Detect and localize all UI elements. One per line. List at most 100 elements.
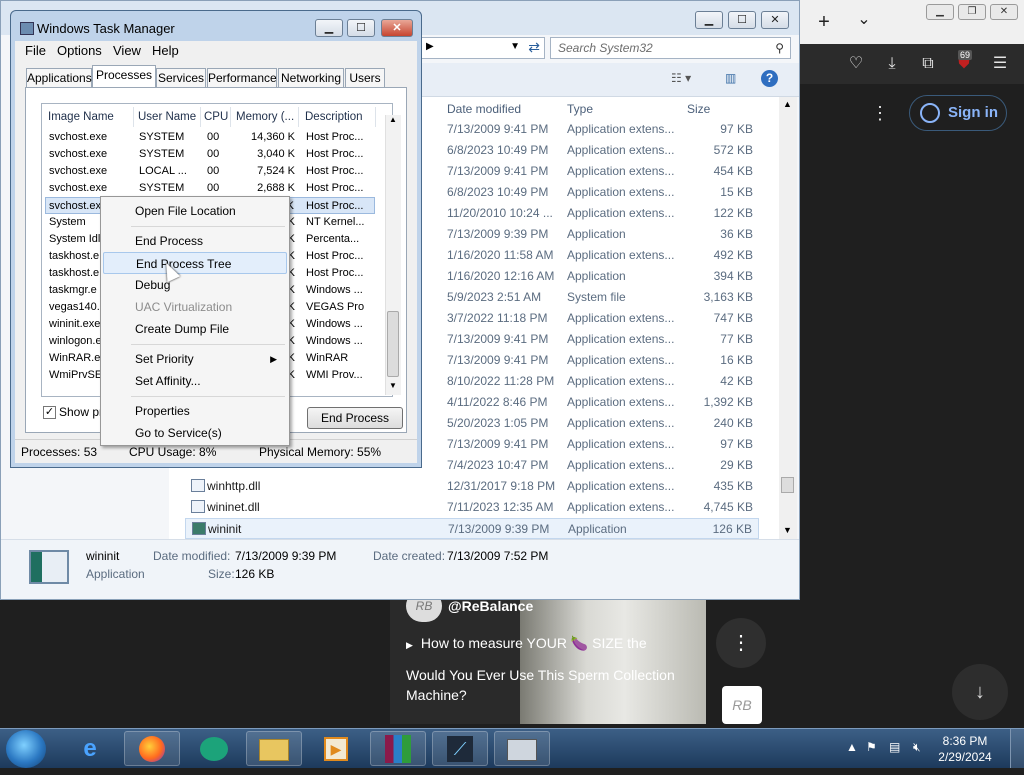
show-hidden-icons-icon[interactable]: ▲ xyxy=(846,740,858,754)
windows-explorer-icon[interactable] xyxy=(246,731,302,766)
search-icon[interactable]: ⚲ xyxy=(775,38,784,58)
scroll-down-arrow-icon[interactable]: ▼ xyxy=(389,381,397,390)
tm-maximize-button[interactable]: ☐ xyxy=(347,19,375,37)
tm-minimize-button[interactable]: ▁ xyxy=(315,19,343,37)
menu-options[interactable]: Options xyxy=(57,43,102,58)
process-row[interactable]: svchost.exe SYSTEM 00 2,688 K Host Proc... xyxy=(45,180,375,197)
video-title-line-2[interactable]: Machine? xyxy=(406,687,467,703)
file-row[interactable]: 4/11/2022 8:46 PM Application extens... 1,… xyxy=(421,392,759,413)
view-options-icon[interactable]: ☷ ▾ xyxy=(671,71,691,85)
menu-item-set-affinity[interactable]: Set Affinity... xyxy=(103,370,287,392)
file-row[interactable]: 5/9/2023 2:51 AM System file 3,163 KB xyxy=(421,287,759,308)
menu-item-open-file-location[interactable]: Open File Location xyxy=(103,200,287,222)
file-row[interactable]: 1/16/2020 12:16 AM Application 394 KB xyxy=(421,266,759,287)
firefox-icon[interactable] xyxy=(124,731,180,766)
volume-muted-icon[interactable]: 🔇︎ xyxy=(913,740,921,755)
process-row[interactable]: svchost.exe LOCAL ... 00 7,524 K Host Proc..… xyxy=(45,163,375,180)
preview-pane-icon[interactable]: ▥ xyxy=(725,71,736,85)
menu-item-debug[interactable]: Debug xyxy=(103,274,287,296)
address-dropdown-icon[interactable]: ▼ xyxy=(510,41,520,52)
file-row[interactable]: 7/13/2009 9:41 PM Application extens... 16… xyxy=(421,350,759,371)
menu-item-create-dump-file[interactable]: Create Dump File xyxy=(103,318,287,340)
file-row[interactable]: 6/8/2023 10:49 PM Application extens... 15… xyxy=(421,182,759,203)
tab-applications[interactable]: Applications xyxy=(26,68,92,88)
tab-networking[interactable]: Networking xyxy=(278,68,344,88)
file-row[interactable]: 7/4/2023 10:47 PM Application extens... 29… xyxy=(421,455,759,476)
column-header-date[interactable]: Date modified xyxy=(447,102,521,116)
task-manager-taskbar-icon[interactable] xyxy=(494,731,550,766)
playlist-line[interactable]: ▶ How to measure YOUR 🍆 SIZE the xyxy=(406,635,647,652)
file-row[interactable]: 7/13/2009 9:41 PM Application extens... 45… xyxy=(421,161,759,182)
browser-restore-button[interactable]: ❐ xyxy=(958,4,986,20)
menu-view[interactable]: View xyxy=(113,43,141,58)
file-row[interactable]: 11/20/2010 10:24 ... Application extens..… xyxy=(421,203,759,224)
system-clock[interactable]: 8:36 PM 2/29/2024 xyxy=(930,733,1000,765)
search-input[interactable]: Search System32 ⚲ xyxy=(550,37,791,59)
process-list-scroll-thumb[interactable] xyxy=(387,311,399,377)
file-row[interactable]: 3/7/2022 11:18 PM Application extens... 74… xyxy=(421,308,759,329)
new-tab-icon[interactable]: + xyxy=(812,10,836,34)
tab-users[interactable]: Users xyxy=(345,68,385,88)
menu-item-set-priority[interactable]: Set Priority ▶ xyxy=(103,348,287,370)
file-row-winhttp[interactable]: winhttp.dll 12/31/2017 9:18 PM Applicati… xyxy=(185,476,759,497)
file-row[interactable]: 7/13/2009 9:41 PM Application extens... 97… xyxy=(421,434,759,455)
address-bar[interactable]: ▶ ▼ ⇄ xyxy=(421,37,545,59)
more-options-button[interactable]: ⋮ xyxy=(716,618,766,668)
file-row[interactable]: 1/16/2020 11:58 AM Application extens... 4… xyxy=(421,245,759,266)
help-icon[interactable]: ? xyxy=(761,70,778,87)
show-desktop-button[interactable] xyxy=(1010,729,1024,768)
menu-item-end-process[interactable]: End Process xyxy=(103,230,287,252)
tab-performance[interactable]: Performance xyxy=(207,68,277,88)
scroll-up-arrow-icon[interactable]: ▲ xyxy=(389,115,397,124)
end-process-button[interactable]: End Process xyxy=(307,407,403,429)
menu-help[interactable]: Help xyxy=(152,43,179,58)
browser-close-button[interactable]: ✕ xyxy=(990,4,1018,20)
process-row[interactable]: svchost.exe SYSTEM 00 3,040 K Host Proc... xyxy=(45,146,375,163)
explorer-minimize-button[interactable]: ▁ xyxy=(695,11,723,29)
refresh-icon[interactable]: ⇄ xyxy=(528,39,540,56)
scroll-down-arrow-icon[interactable]: ▼ xyxy=(783,525,792,535)
column-header-description[interactable]: Description xyxy=(302,107,376,127)
tm-close-button[interactable]: ✕ xyxy=(381,19,413,37)
column-header-size[interactable]: Size xyxy=(687,102,710,116)
kebab-menu-icon[interactable]: ⋮ xyxy=(868,101,892,125)
file-row[interactable]: 6/8/2023 10:49 PM Application extens... 57… xyxy=(421,140,759,161)
file-row[interactable]: 8/10/2022 11:28 PM Application extens... 4… xyxy=(421,371,759,392)
menu-item-properties[interactable]: Properties xyxy=(103,400,287,422)
sign-in-button[interactable]: Sign in xyxy=(909,95,1007,131)
channel-logo[interactable]: RB xyxy=(722,686,762,724)
video-title-line-1[interactable]: Would You Ever Use This Sperm Collection xyxy=(406,667,675,683)
menu-item-go-to-services[interactable]: Go to Service(s) xyxy=(103,422,287,444)
internet-explorer-icon[interactable]: e xyxy=(62,731,118,766)
scroll-down-button[interactable]: ↓ xyxy=(952,664,1008,720)
column-header-type[interactable]: Type xyxy=(567,102,593,116)
file-row[interactable]: 7/13/2009 9:41 PM Application extens... 77… xyxy=(421,329,759,350)
file-row[interactable]: 7/13/2009 9:41 PM Application extens... 97… xyxy=(421,119,759,140)
extensions-icon[interactable]: ⧉ xyxy=(916,52,940,76)
media-player-icon[interactable]: ▶ xyxy=(308,731,364,766)
winrar-icon[interactable] xyxy=(370,731,426,766)
tab-list-chevron-icon[interactable]: ⌄ xyxy=(852,8,876,32)
column-header-user-name[interactable]: User Name xyxy=(135,107,201,127)
download-icon[interactable]: ⤓ xyxy=(880,52,904,76)
action-center-flag-icon[interactable]: ⚑ xyxy=(866,740,877,754)
column-header-image-name[interactable]: Image Name xyxy=(45,107,134,127)
column-header-cpu[interactable]: CPU xyxy=(201,107,231,127)
menu-file[interactable]: File xyxy=(25,43,46,58)
chat-app-icon[interactable] xyxy=(186,731,242,766)
file-row[interactable]: 7/13/2009 9:39 PM Application 36 KB xyxy=(421,224,759,245)
process-row[interactable]: svchost.exe SYSTEM 00 14,360 K Host Proc... xyxy=(45,129,375,146)
scroll-up-arrow-icon[interactable]: ▲ xyxy=(783,99,792,109)
file-list-scrollbar[interactable]: ▲ ▼ xyxy=(779,97,797,539)
show-all-processes-checkbox[interactable]: ✓ xyxy=(43,406,56,419)
network-icon[interactable]: ▤ xyxy=(889,740,900,754)
start-button[interactable] xyxy=(6,730,46,768)
column-header-memory[interactable]: Memory (... xyxy=(233,107,299,127)
explorer-maximize-button[interactable]: ☐ xyxy=(728,11,756,29)
scroll-thumb[interactable] xyxy=(781,477,794,493)
browser-minimize-button[interactable]: ▁ xyxy=(926,4,954,20)
file-row-wininet[interactable]: wininet.dll 7/11/2023 12:35 AM Applicati… xyxy=(185,497,759,518)
tab-processes[interactable]: Processes xyxy=(92,65,156,89)
tab-services[interactable]: Services xyxy=(156,68,206,88)
vegas-pro-icon[interactable]: ⟋ xyxy=(432,731,488,766)
